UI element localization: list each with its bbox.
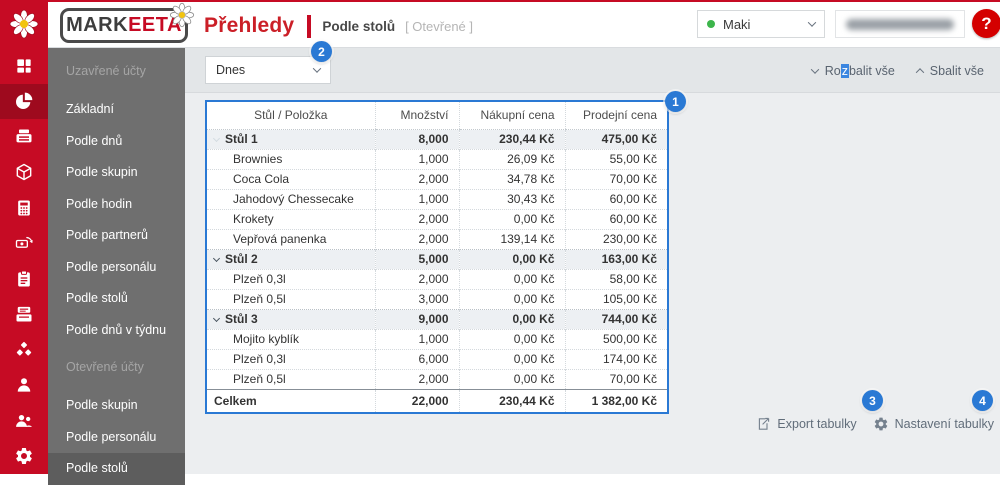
- clipboard-icon[interactable]: [0, 261, 48, 297]
- account-email-field: [835, 10, 965, 38]
- main-content: Dnes Rozbalit vše Sbalit vše Stůl / Polo…: [185, 48, 1000, 474]
- calculator-icon[interactable]: [0, 190, 48, 226]
- collapse-chevron-icon[interactable]: [212, 134, 221, 143]
- app-window: MARKEETA Přehledy Podle stolů [Otevřené…: [0, 0, 1000, 485]
- package-icon[interactable]: [0, 155, 48, 191]
- dashboard-icon[interactable]: [0, 48, 48, 84]
- col-header-quantity: Množství: [374, 102, 459, 130]
- table-group-row[interactable]: Stůl 2 5,000 0,00 Kč 163,00 Kč: [207, 248, 667, 269]
- chevron-up-icon: [915, 67, 925, 77]
- account-name: Maki: [723, 16, 751, 32]
- export-table-link[interactable]: Export tabulky: [755, 416, 857, 432]
- export-table-label: Export tabulky: [777, 417, 857, 431]
- printer-icon[interactable]: [0, 119, 48, 155]
- sidebar-item-podle-dnu-v-tydnu[interactable]: Podle dnů v týdnu: [48, 315, 185, 347]
- sidebar-item-podle-personalu[interactable]: Podle personálu: [48, 252, 185, 284]
- cash-register-icon[interactable]: [0, 297, 48, 333]
- table-group-row[interactable]: Stůl 1 8,000 230,44 Kč 475,00 Kč: [207, 128, 667, 149]
- filter-toolbar: Dnes Rozbalit vše Sbalit vše: [185, 48, 1000, 93]
- chevron-down-icon: [807, 18, 817, 27]
- sidebar-item-podle-hodin[interactable]: Podle hodin: [48, 189, 185, 221]
- expand-all-link[interactable]: Rozbalit vše: [810, 63, 895, 78]
- title-divider: [307, 14, 312, 38]
- table-row: Brownies 1,000 26,09 Kč 55,00 Kč: [207, 148, 667, 169]
- sidebar-item-podle-partneru[interactable]: Podle partnerů: [48, 220, 185, 252]
- page-title: Přehledy: [204, 14, 295, 37]
- help-button[interactable]: ?: [972, 9, 1000, 38]
- table-settings-label: Nastavení tabulky: [894, 417, 994, 431]
- table-row: Plzeň 0,5l 3,000 0,00 Kč 105,00 Kč: [207, 288, 667, 309]
- sidebar-item-podle-stolu[interactable]: Podle stolů: [48, 283, 185, 315]
- table-row: Plzeň 0,5l 2,000 0,00 Kč 70,00 Kč: [207, 368, 667, 389]
- sidebar-item-open-podle-personalu[interactable]: Podle personálu: [48, 422, 185, 454]
- table-row: Mojito kyblík 1,000 0,00 Kč 500,00 Kč: [207, 328, 667, 349]
- table-header-row: Stůl / Položka Množství Nákupní cena Pro…: [207, 102, 667, 130]
- pie-chart-icon[interactable]: [0, 83, 48, 119]
- people-icon[interactable]: [0, 403, 48, 439]
- annotation-badge-2: 2: [311, 41, 332, 62]
- redacted-text: [846, 18, 954, 30]
- logo-text: MARKEETA: [66, 14, 182, 36]
- table-row: Coca Cola 2,000 34,78 Kč 70,00 Kč: [207, 168, 667, 189]
- annotation-badge-4: 4: [972, 390, 993, 411]
- table-row: Vepřová panenka 2,000 139,14 Kč 230,00 Kč: [207, 228, 667, 249]
- status-dot-icon: [707, 20, 715, 28]
- table-row: Krokety 2,000 0,00 Kč 60,00 Kč: [207, 208, 667, 229]
- table-row: Plzeň 0,3l 2,000 0,00 Kč 58,00 Kč: [207, 268, 667, 289]
- section-header-closed-accounts: Uzavřené účty: [66, 64, 146, 78]
- col-header-purchase-price: Nákupní cena: [458, 102, 565, 130]
- expand-all-label: Rozbalit vše: [824, 63, 895, 78]
- money-transfer-icon[interactable]: [0, 226, 48, 262]
- icon-rail: [0, 0, 48, 474]
- daisy-icon: [169, 2, 195, 33]
- table-row: Plzeň 0,3l 6,000 0,00 Kč 174,00 Kč: [207, 348, 667, 369]
- breadcrumb: Podle stolů: [322, 18, 396, 34]
- export-icon: [759, 417, 770, 430]
- report-table: Stůl / Položka Množství Nákupní cena Pro…: [205, 100, 669, 414]
- sidebar-item-podle-dnu[interactable]: Podle dnů: [48, 126, 185, 158]
- collapse-all-link[interactable]: Sbalit vše: [915, 63, 984, 78]
- collapse-all-label: Sbalit vše: [929, 63, 984, 78]
- chevron-down-icon: [810, 64, 819, 74]
- table-settings-link[interactable]: Nastavení tabulky: [873, 416, 994, 432]
- col-header-sale-price: Prodejní cena: [564, 102, 667, 130]
- top-bar: MARKEETA Přehledy Podle stolů [Otevřené…: [48, 0, 1000, 48]
- account-dropdown[interactable]: Maki: [697, 10, 825, 38]
- app-daisy-icon[interactable]: [0, 0, 48, 48]
- sidebar-submenu: Uzavřené účty Základní Podle dnů Podle s…: [48, 48, 185, 485]
- section-header-open-accounts: Otevřené účty: [66, 360, 144, 374]
- sidebar-item-open-podle-skupin[interactable]: Podle skupin: [48, 390, 185, 422]
- breadcrumb-alt[interactable]: [ Otevřené ]: [405, 19, 473, 34]
- sidebar-item-zakladni[interactable]: Základní: [48, 94, 185, 126]
- collapse-chevron-icon[interactable]: [212, 314, 221, 323]
- person-icon[interactable]: [0, 368, 48, 404]
- sidebar-item-open-podle-stolu[interactable]: Podle stolů: [48, 453, 185, 485]
- date-filter-value: Dnes: [216, 63, 246, 77]
- sidebar-item-podle-skupin[interactable]: Podle skupin: [48, 157, 185, 189]
- gear-icon: [874, 417, 887, 431]
- collapse-chevron-icon[interactable]: [212, 254, 221, 263]
- col-header-item: Stůl / Položka: [207, 102, 375, 130]
- table-group-row[interactable]: Stůl 3 9,000 0,00 Kč 744,00 Kč: [207, 308, 667, 329]
- annotation-badge-3: 3: [862, 390, 883, 411]
- annotation-badge-1: 1: [665, 91, 686, 112]
- table-total-row: Celkem 22,000 230,44 Kč 1 382,00 Kč: [207, 388, 667, 412]
- date-filter-dropdown[interactable]: Dnes: [205, 56, 331, 84]
- chevron-down-icon: [312, 64, 322, 73]
- cubes-icon[interactable]: [0, 332, 48, 368]
- markeeta-logo: MARKEETA: [60, 2, 195, 43]
- table-row: Jahodový Chessecake 1,000 30,43 Kč 60,00 K…: [207, 188, 667, 209]
- gear-icon[interactable]: [0, 439, 48, 475]
